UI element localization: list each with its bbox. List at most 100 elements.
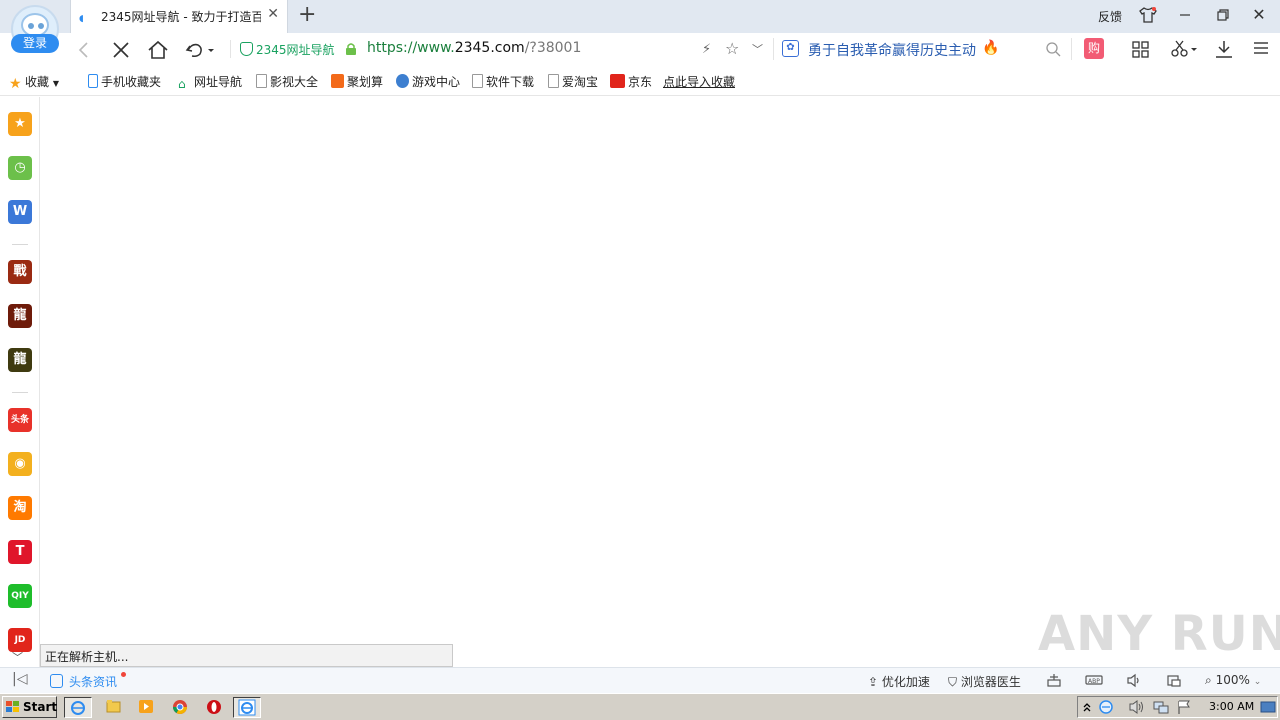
search-icon[interactable]	[1045, 41, 1061, 57]
login-button[interactable]: 登录	[11, 34, 59, 53]
chrome-icon	[173, 700, 187, 714]
zoom-control[interactable]: ⌕ 100% ⌄	[1205, 673, 1261, 688]
game-icon-3[interactable]: 龍	[8, 348, 32, 372]
browser-doctor-button[interactable]: ⛉ 浏览器医生	[948, 673, 1021, 690]
bookmark-label: 爱淘宝	[562, 75, 599, 89]
bookmark-label: 京东	[628, 75, 653, 89]
iqiyi-icon[interactable]: QIY	[8, 584, 32, 608]
volume-icon[interactable]	[1126, 673, 1142, 688]
download-icon[interactable]	[1214, 39, 1234, 59]
caret-down-icon: ▼	[52, 79, 59, 88]
bookmark-item-jd[interactable]: 京东	[610, 73, 652, 90]
history-icon[interactable]: ◷	[8, 156, 32, 180]
sidebar-expand-chevron-icon[interactable]: ﹀	[12, 649, 23, 665]
taskbar-clock[interactable]: 3:00 AM	[1209, 700, 1254, 713]
url-scheme: https://www.	[367, 40, 455, 56]
tmall-icon[interactable]: T	[8, 540, 32, 564]
shopping-icon[interactable]: 购	[1084, 38, 1104, 59]
tray-expand-icon[interactable]	[1082, 700, 1092, 714]
news-icon	[50, 674, 63, 688]
bookmarks-bar: ★ 收藏 ▼ 手机收藏夹 ⌂ 网址导航 影视大全 聚划算 游戏中心 软件下载 爱淘宝…	[0, 66, 1280, 96]
undo-close-tab-icon[interactable]	[184, 38, 218, 62]
back-arrow-icon[interactable]	[72, 38, 96, 62]
bookmark-star-icon[interactable]: ☆	[725, 39, 739, 58]
loading-status-bubble: 正在解析主机...	[40, 644, 453, 667]
home-green-icon: ⌂	[178, 77, 186, 91]
weibo-icon[interactable]: ◉	[8, 452, 32, 476]
window-minimize-icon[interactable]	[1176, 5, 1194, 25]
bookmark-item-software[interactable]: 软件下载	[472, 73, 534, 90]
start-label: Start	[23, 700, 58, 714]
skin-shirt-icon[interactable]	[1139, 7, 1157, 23]
zoom-icon: ⌕	[1205, 673, 1212, 687]
tray-network-icon[interactable]	[1152, 699, 1170, 715]
word-doc-icon[interactable]: W	[8, 200, 32, 224]
news-feed-button[interactable]: 头条资讯	[50, 673, 117, 690]
site-badge-label: 2345网址导航	[256, 43, 335, 57]
bookmark-item-video[interactable]: 影视大全	[256, 73, 318, 90]
stop-loading-icon[interactable]	[109, 38, 133, 62]
bookmark-label: 软件下载	[486, 75, 535, 89]
chevron-down-icon[interactable]: ﹀	[752, 41, 763, 57]
taskbar-explorer[interactable]	[100, 697, 128, 718]
show-desktop-icon[interactable]	[1260, 699, 1276, 715]
hot-search-suggestion[interactable]: 勇于自我革命赢得历史主动	[808, 40, 976, 60]
divider	[1071, 38, 1072, 60]
bookmark-item-aitaobao[interactable]: 爱淘宝	[548, 73, 598, 90]
address-bar-input[interactable]: https://www.2345.com/?38001	[367, 40, 581, 56]
favorites-icon[interactable]: ★	[8, 112, 32, 136]
taskbar-ie-quicklaunch[interactable]	[64, 697, 92, 718]
taobao-icon[interactable]: 淘	[8, 496, 32, 520]
game-icon-1[interactable]: 戰	[8, 260, 32, 284]
window-close-icon[interactable]: ✕	[1250, 5, 1268, 25]
toutiao-icon[interactable]: 头条	[8, 408, 32, 432]
baidu-paw-icon[interactable]: ✿	[782, 40, 799, 57]
start-button[interactable]: Start	[2, 696, 57, 718]
taskbar-media-player[interactable]	[133, 697, 161, 718]
divider	[230, 40, 231, 58]
hamburger-menu-icon[interactable]	[1253, 40, 1269, 56]
tab-title: 2345网址导航 - 致力于打造百	[101, 10, 261, 24]
site-security-badge[interactable]: 2345网址导航	[240, 41, 335, 58]
window-mode-icon[interactable]	[1166, 673, 1182, 688]
tab-close-icon[interactable]: ✕	[267, 6, 279, 22]
lock-icon	[346, 43, 356, 55]
tab-favicon: ◖	[79, 14, 84, 24]
page-icon	[548, 74, 559, 88]
bookmark-favorites-menu[interactable]: ★ 收藏 ▼	[9, 73, 59, 92]
import-bookmarks-link[interactable]: 点此导入收藏	[663, 73, 735, 90]
browser-e-icon	[238, 699, 256, 716]
juhuasuan-icon	[331, 74, 344, 88]
media-player-icon	[139, 700, 153, 713]
tray-volume-icon[interactable]	[1128, 699, 1146, 715]
game-icon-2[interactable]: 龍	[8, 304, 32, 328]
navigation-bar: 2345网址导航 https://www.2345.com/?38001 ⚡ ☆…	[0, 33, 1280, 66]
left-sidebar: ★ ◷ W 戰龍龍头条 ◉ 淘 T QIY JD ﹀	[0, 97, 40, 667]
new-tab-button[interactable]: +	[298, 3, 316, 27]
bookmark-item-juhuasuan[interactable]: 聚划算	[331, 73, 383, 90]
bookmark-item-nav[interactable]: ⌂ 网址导航	[178, 73, 242, 92]
window-restore-icon[interactable]	[1214, 5, 1232, 25]
home-icon[interactable]	[146, 38, 170, 62]
screenshot-scissors-icon[interactable]	[1170, 40, 1198, 58]
optimize-speed-button[interactable]: ⇪ 优化加速	[868, 673, 930, 690]
sidebar-toggle-icon[interactable]: |◁	[12, 671, 27, 687]
feedback-link[interactable]: 反馈	[1098, 8, 1122, 25]
taskbar-chrome[interactable]	[167, 697, 195, 718]
lightning-icon[interactable]: ⚡	[702, 42, 711, 57]
tray-flag-icon[interactable]	[1176, 699, 1192, 715]
sidebar-divider	[12, 392, 28, 393]
windows-taskbar: Start 3:00 AM	[0, 693, 1280, 720]
apps-grid-icon[interactable]	[1132, 41, 1149, 58]
ad-block-icon[interactable]: ABP	[1085, 673, 1103, 688]
network-icon[interactable]	[1046, 673, 1062, 688]
anyrun-watermark: ANY RUN	[1038, 606, 1280, 662]
folder-icon	[106, 700, 121, 713]
page-icon	[256, 74, 267, 88]
taskbar-2345-browser-active[interactable]	[233, 697, 261, 718]
bookmark-item-games[interactable]: 游戏中心	[396, 73, 460, 90]
tray-ie-icon[interactable]	[1098, 699, 1114, 715]
bookmark-item-mobile[interactable]: 手机收藏夹	[88, 73, 161, 90]
browser-tab-active[interactable]: ◖ 2345网址导航 - 致力于打造百 ✕	[70, 0, 288, 33]
taskbar-opera[interactable]	[201, 697, 229, 718]
